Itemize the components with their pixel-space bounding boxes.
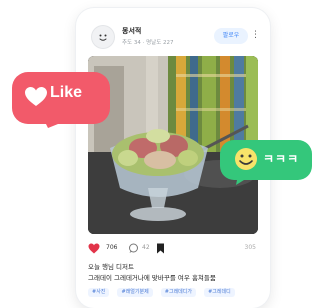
post-header: 몽서적 추도 34 · 명날도 227 팔로우 ⋮ [84, 22, 262, 52]
comment-icon[interactable] [128, 243, 139, 254]
author-name[interactable]: 몽서적 [122, 26, 141, 36]
lol-reaction-label: ㅋㅋㅋ [263, 152, 300, 166]
heart-icon[interactable] [88, 243, 100, 254]
like-count: 706 [106, 244, 118, 251]
avatar-face-icon [99, 34, 107, 41]
tag-list: #사진 #래얼기분제 #그레데디가 #그레데디 [88, 288, 238, 298]
post-actions: 706 42 305 [88, 242, 258, 256]
view-count: 305 [244, 244, 256, 251]
author-meta: 추도 34 · 명날도 227 [122, 40, 174, 46]
smile-emoji-icon [235, 148, 257, 170]
avatar[interactable] [92, 26, 114, 48]
follow-button[interactable]: 팔로우 [214, 28, 248, 44]
caption-line-2: 그래데이 그레데거나에 맞바꾸를 여우 훔쳐들뭄 [88, 274, 216, 282]
comment-count: 42 [142, 244, 150, 251]
caption-line-1: 오늘 행님 디저트 [88, 263, 134, 271]
bookmark-icon[interactable] [156, 243, 165, 254]
more-icon[interactable]: ⋮ [251, 27, 260, 43]
like-reaction-label: Like [50, 84, 83, 101]
